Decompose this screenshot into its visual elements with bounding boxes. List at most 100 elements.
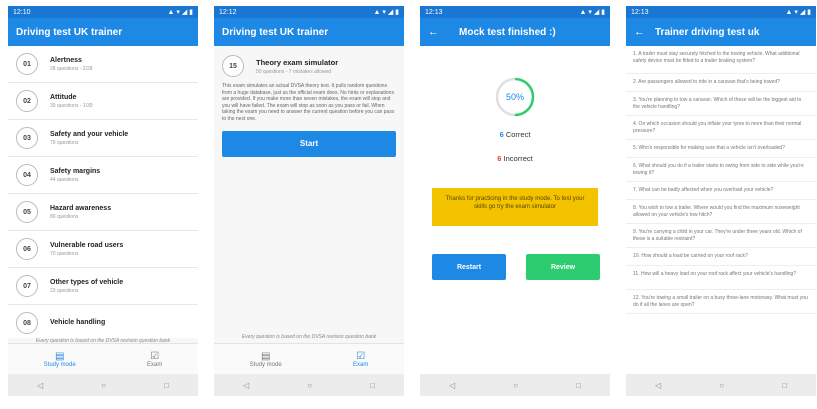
incorrect-label: Incorrect — [503, 154, 533, 163]
nav-recents-icon[interactable]: □ — [576, 381, 581, 390]
topic-subtitle: 79 questions — [50, 139, 79, 146]
nav-back-icon[interactable]: ◁ — [243, 381, 249, 390]
tab-label: Study mode — [249, 361, 282, 368]
status-bar: 12:13 ▲ ▾ ◢ ▮ — [420, 6, 610, 18]
question-item[interactable]: 12. You're towing a small trailer on a b… — [626, 290, 816, 314]
topic-number: 07 — [16, 275, 38, 297]
app-bar: ← Trainer driving test uk — [626, 18, 816, 46]
system-nav-bar: ◁ ○ □ — [626, 374, 816, 396]
topic-item[interactable]: 04 Safety margins 44 questions — [8, 157, 198, 194]
topic-list: 01 Alertness 28 questions - 2/28 02 Attitud… — [8, 46, 198, 342]
bottom-navigation: ▤ Study mode ☑ Exam — [8, 343, 198, 374]
tab-exam[interactable]: ☑ Exam — [147, 351, 162, 368]
status-icons: ▲ ▾ ◢ ▮ — [785, 9, 811, 16]
status-icons: ▲ ▾ ◢ ▮ — [167, 9, 193, 16]
question-item[interactable]: 10. How should a load be carried on your… — [626, 248, 816, 266]
question-item[interactable]: 5. Who's responsible for making sure tha… — [626, 140, 816, 158]
correct-label: Correct — [505, 130, 531, 139]
phone-screen-exam: 12:12 ▲ ▾ ◢ ▮ Driving test UK trainer 15… — [214, 6, 404, 396]
nav-home-icon[interactable]: ○ — [719, 381, 724, 390]
incorrect-count: 6 Incorrect — [420, 154, 610, 163]
topic-item[interactable]: 05 Hazard awareness 80 questions — [8, 194, 198, 231]
question-item[interactable]: 3. You're planning to tow a caravan. Whi… — [626, 92, 816, 116]
status-icons: ▲ ▾ ◢ ▮ — [373, 9, 399, 16]
nav-recents-icon[interactable]: □ — [370, 381, 375, 390]
topic-title: Safety and your vehicle — [50, 130, 129, 138]
topic-subtitle: 80 questions — [50, 213, 79, 220]
exam-title: Theory exam simulator — [256, 57, 339, 67]
tab-study-mode[interactable]: ▤ Study mode — [44, 351, 76, 368]
topic-title: Safety margins — [50, 167, 101, 175]
topic-number: 02 — [16, 90, 38, 112]
topic-title: Other types of vehicle — [50, 278, 124, 286]
app-title: Driving test UK trainer — [16, 26, 123, 38]
topic-subtitle: 28 questions - 2/28 — [50, 65, 93, 72]
question-item[interactable]: 2. Are passengers allowed to ride in a c… — [626, 74, 816, 92]
topic-item[interactable]: 07 Other types of vehicle 23 questions — [8, 268, 198, 305]
status-bar: 12:12 ▲ ▾ ◢ ▮ — [214, 6, 404, 18]
nav-recents-icon[interactable]: □ — [164, 381, 169, 390]
app-title: Driving test UK trainer — [222, 26, 329, 38]
tab-study-mode[interactable]: ▤ Study mode — [250, 351, 282, 368]
topic-number: 04 — [16, 164, 38, 186]
score-percent: 50% — [505, 92, 524, 102]
status-time: 12:13 — [425, 8, 443, 16]
topic-item[interactable]: 08 Vehicle handling — [8, 305, 198, 342]
nav-back-icon[interactable]: ◁ — [37, 381, 43, 390]
status-time: 12:10 — [13, 8, 31, 16]
question-item[interactable]: 11. How will a heavy load on your roof r… — [626, 266, 816, 290]
topic-item[interactable]: 02 Attitude 39 questions - 1/39 — [8, 83, 198, 120]
system-nav-bar: ◁ ○ □ — [420, 374, 610, 396]
study-mode-icon: ▤ — [260, 350, 271, 362]
question-item[interactable]: 4. On which occasion should you inflate … — [626, 116, 816, 140]
exam-header: 15 Theory exam simulator 50 questions - … — [214, 46, 404, 83]
topic-number: 01 — [16, 53, 38, 75]
correct-count: 6 Correct — [420, 130, 610, 139]
nav-home-icon[interactable]: ○ — [513, 381, 518, 390]
phone-screen-questions: 12:13 ▲ ▾ ◢ ▮ ← Trainer driving test uk … — [626, 6, 816, 396]
nav-back-icon[interactable]: ◁ — [655, 381, 661, 390]
exam-subtitle: 50 questions - 7 mistakes allowed — [256, 68, 332, 75]
question-item[interactable]: 7. What can be badly affected when you o… — [626, 182, 816, 200]
back-arrow-icon[interactable]: ← — [634, 26, 645, 38]
incorrect-number: 6 — [497, 154, 502, 163]
nav-home-icon[interactable]: ○ — [101, 381, 106, 390]
topic-item[interactable]: 03 Safety and your vehicle 79 questions — [8, 120, 198, 157]
study-mode-banner: Thanks for practicing in the study mode.… — [432, 188, 598, 226]
exam-icon: ☑ — [150, 350, 160, 362]
footnote: Every question is based on the DVSA revi… — [241, 334, 377, 340]
question-item[interactable]: 8. You wish to tow a trailer. Where woul… — [626, 200, 816, 224]
topic-subtitle: 23 questions — [50, 287, 79, 294]
topic-title: Alertness — [50, 56, 82, 64]
bottom-navigation: ▤ Study mode ☑ Exam — [214, 343, 404, 374]
question-item[interactable]: 6. What should you do if a trailer start… — [626, 158, 816, 182]
tab-label: Exam — [353, 361, 369, 368]
topic-title: Vulnerable road users — [50, 241, 124, 249]
topic-subtitle: 70 questions — [50, 250, 79, 257]
question-item[interactable]: 1. A trailer must stay securely hitched … — [626, 46, 816, 74]
nav-back-icon[interactable]: ◁ — [449, 381, 455, 390]
topic-title: Vehicle handling — [50, 318, 106, 326]
status-time: 12:12 — [219, 8, 237, 16]
restart-button[interactable]: Restart — [432, 254, 506, 280]
exam-number: 15 — [222, 55, 244, 77]
question-item[interactable]: 9. You're carrying a child in your car. … — [626, 224, 816, 248]
status-bar: 12:10 ▲ ▾ ◢ ▮ — [8, 6, 198, 18]
app-title: Trainer driving test uk — [655, 26, 760, 38]
start-button[interactable]: Start — [222, 130, 396, 157]
tab-exam[interactable]: ☑ Exam — [353, 351, 368, 368]
nav-home-icon[interactable]: ○ — [307, 381, 312, 390]
correct-number: 6 — [499, 130, 504, 139]
app-bar: Driving test UK trainer — [8, 18, 198, 46]
topic-number: 05 — [16, 201, 38, 223]
topic-number: 06 — [16, 238, 38, 260]
topic-item[interactable]: 06 Vulnerable road users 70 questions — [8, 231, 198, 268]
nav-recents-icon[interactable]: □ — [782, 381, 787, 390]
app-bar: ← Mock test finished :) — [420, 18, 610, 46]
topic-title: Attitude — [50, 93, 77, 101]
tab-label: Study mode — [43, 361, 76, 368]
topic-item[interactable]: 01 Alertness 28 questions - 2/28 — [8, 46, 198, 83]
system-nav-bar: ◁ ○ □ — [8, 374, 198, 396]
review-button[interactable]: Review — [526, 254, 600, 280]
back-arrow-icon[interactable]: ← — [428, 26, 439, 38]
